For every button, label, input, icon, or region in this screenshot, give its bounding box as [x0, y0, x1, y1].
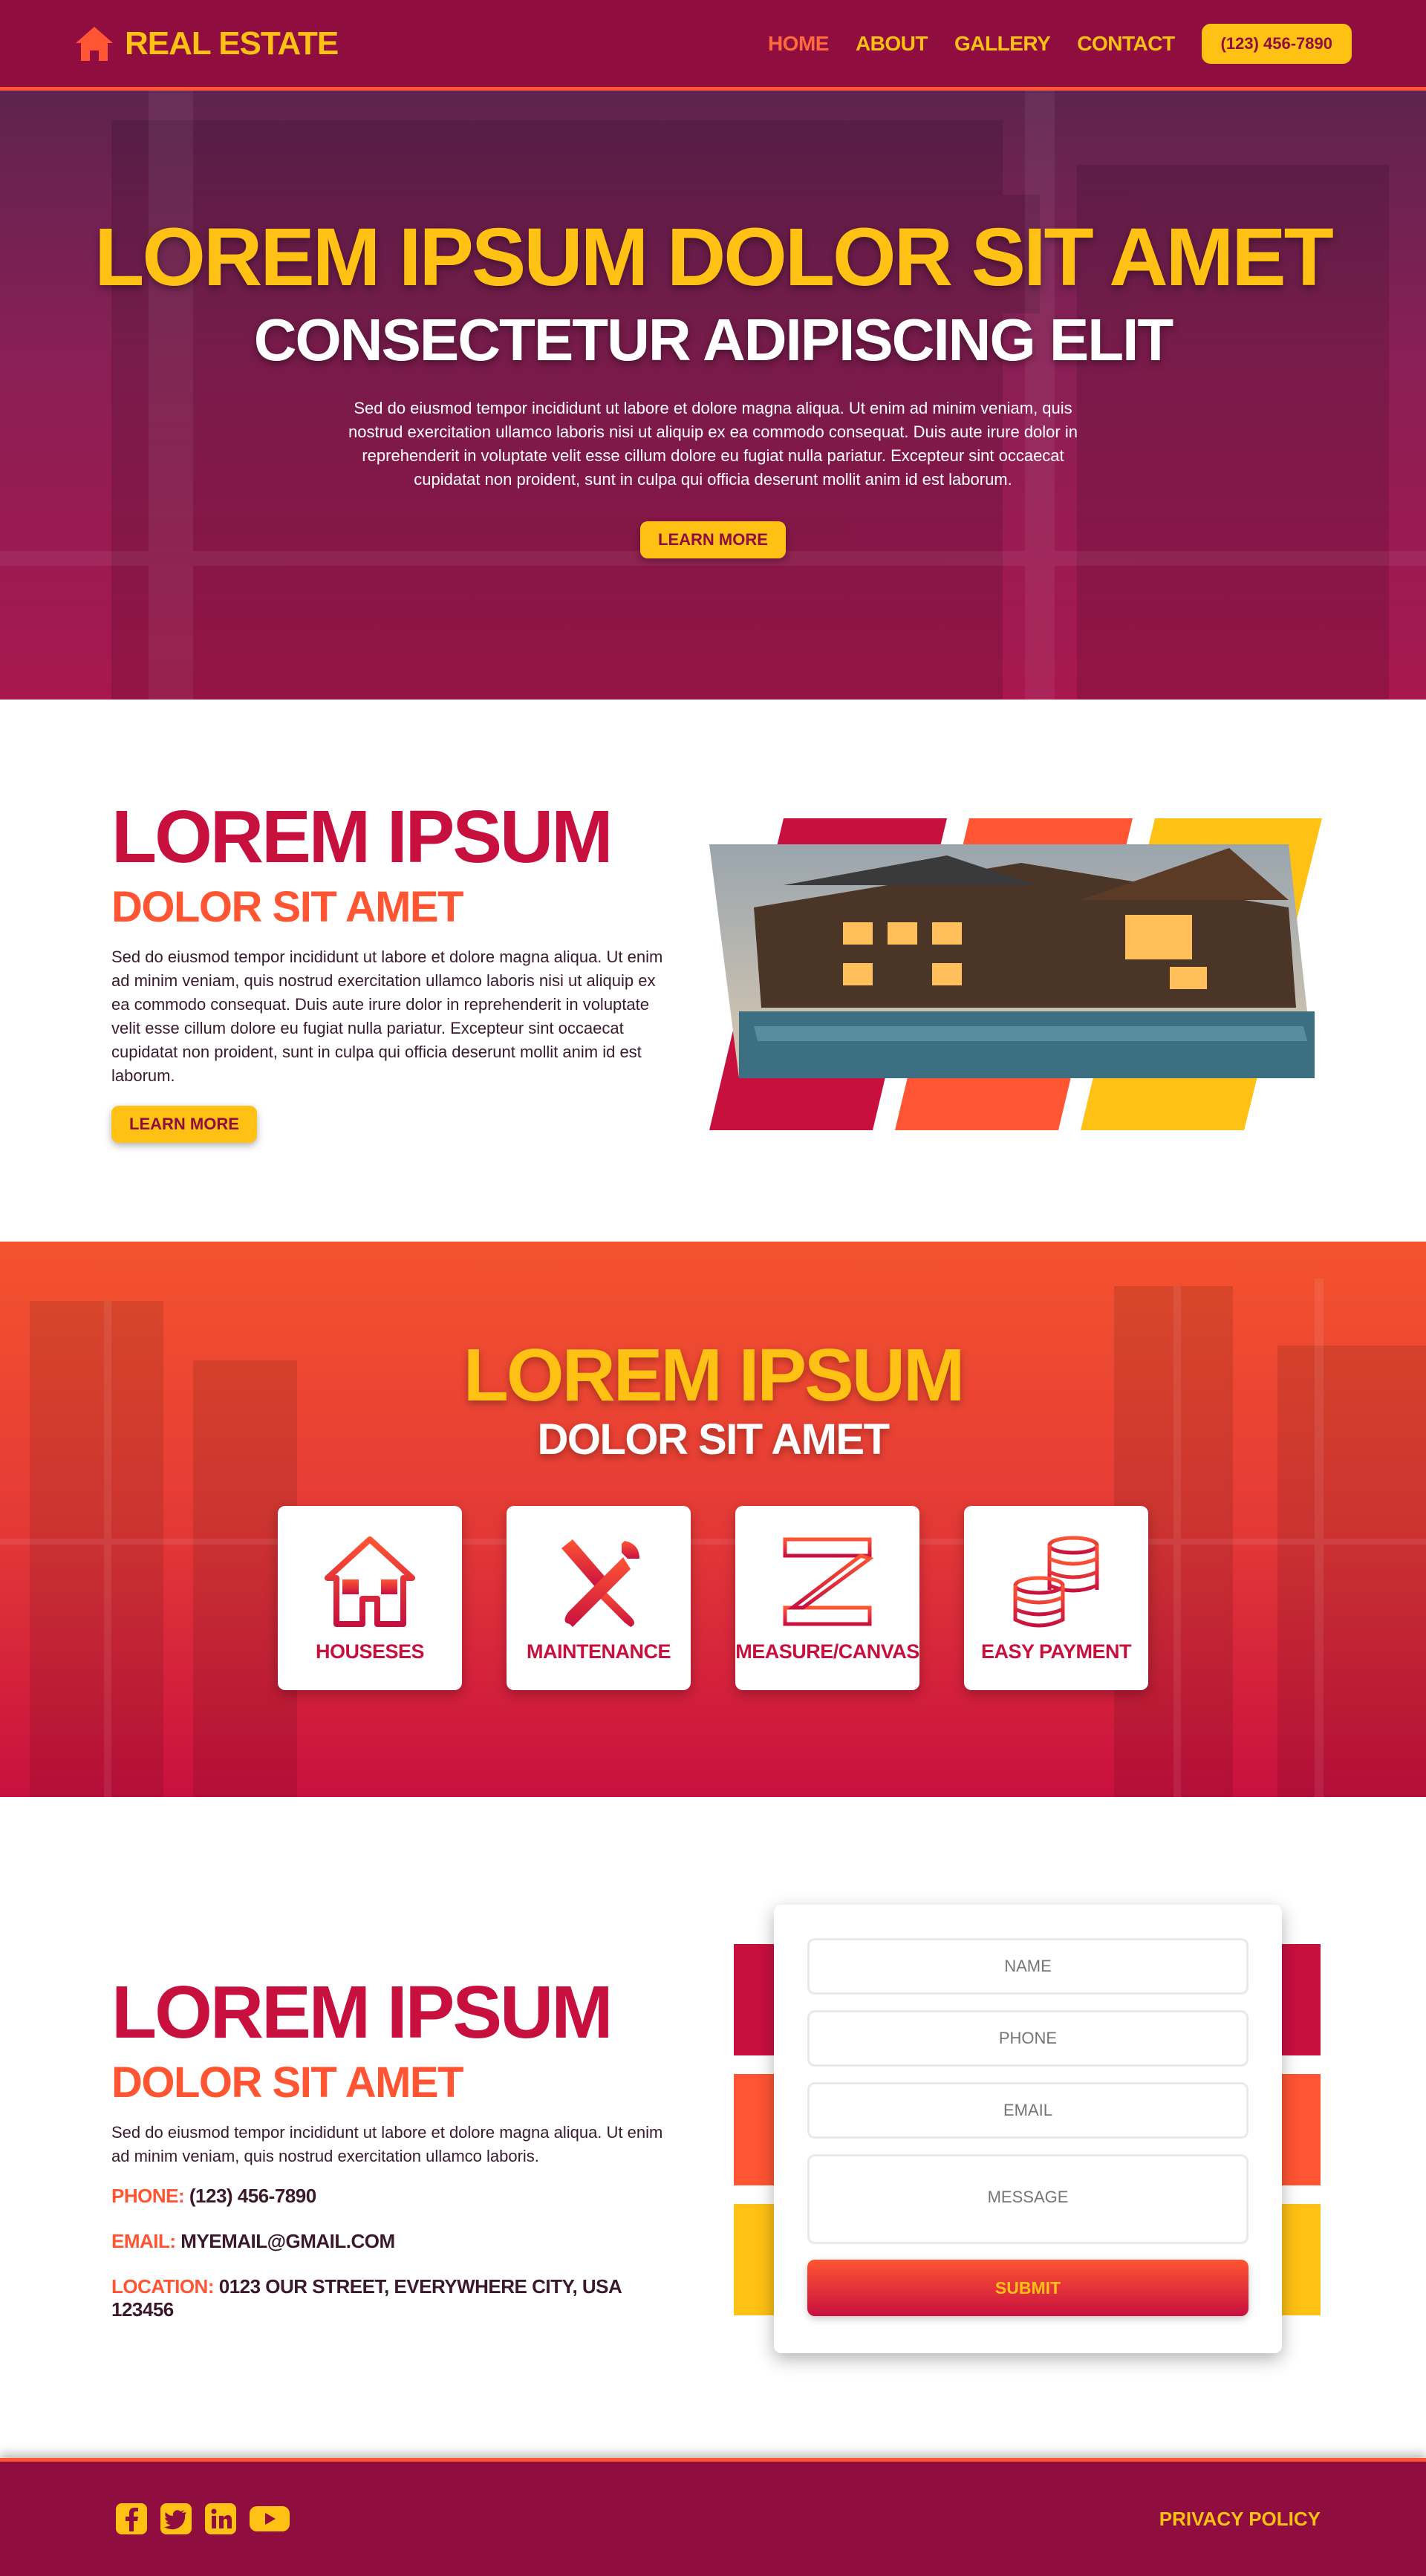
- footer: PRIVACY POLICY: [0, 2458, 1426, 2576]
- hero-learn-more-button[interactable]: LEARN MORE: [640, 521, 786, 558]
- privacy-policy-link[interactable]: PRIVACY POLICY: [1159, 2508, 1321, 2531]
- ruler-icon: [783, 1537, 874, 1626]
- service-label: HOUSESES: [315, 1640, 425, 1663]
- house-icon: [325, 1536, 415, 1627]
- hero-section: LOREM IPSUM DOLOR SIT AMET CONSECTETUR A…: [0, 91, 1426, 700]
- contact-subtitle: DOLOR SIT AMET: [111, 2058, 464, 2107]
- name-field[interactable]: [807, 1938, 1248, 1995]
- hero-body: Sed do eiusmod tempor incididunt ut labo…: [348, 399, 1078, 489]
- coins-icon: [1013, 1536, 1099, 1627]
- brand-logo[interactable]: REAL ESTATE: [74, 25, 339, 62]
- service-card-houses[interactable]: HOUSESES: [278, 1506, 462, 1690]
- service-label: MAINTENANCE: [527, 1640, 671, 1663]
- contact-email: EMAIL: MYEMAIL@GMAIL.COM: [111, 2230, 676, 2253]
- about-section: LOREM IPSUM DOLOR SIT AMET Sed do eiusmo…: [0, 700, 1426, 1242]
- location-label: LOCATION:: [111, 2275, 215, 2298]
- submit-button[interactable]: SUBMIT: [807, 2260, 1248, 2316]
- facebook-icon[interactable]: [114, 2502, 149, 2536]
- social-links: [114, 2502, 291, 2536]
- service-label: MEASURE/CANVAS: [735, 1640, 919, 1663]
- contact-title: LOREM IPSUM: [111, 1971, 613, 2054]
- phone-value: (123) 456-7890: [189, 2185, 316, 2207]
- brand-name: REAL ESTATE: [125, 25, 339, 62]
- tools-icon: [561, 1539, 639, 1627]
- service-card-payment[interactable]: EASY PAYMENT: [964, 1506, 1148, 1690]
- contact-form: SUBMIT: [774, 1905, 1282, 2353]
- services-subtitle: DOLOR SIT AMET: [537, 1415, 890, 1464]
- service-card-maintenance[interactable]: MAINTENANCE: [507, 1506, 691, 1690]
- message-field[interactable]: [807, 2154, 1248, 2244]
- about-learn-more-button[interactable]: LEARN MORE: [111, 1106, 257, 1143]
- about-house-image: [709, 818, 1322, 1130]
- linkedin-icon[interactable]: [204, 2502, 238, 2536]
- about-title: LOREM IPSUM: [111, 795, 613, 878]
- nav-item-contact[interactable]: CONTACT: [1077, 32, 1175, 56]
- main-menu: HOME ABOUT GALLERY CONTACT (123) 456-789…: [768, 23, 1352, 64]
- about-subtitle: DOLOR SIT AMET: [111, 883, 464, 931]
- home-icon: [76, 26, 113, 61]
- contact-location: LOCATION: 0123 OUR STREET, EVERYWHERE CI…: [111, 2275, 676, 2321]
- services-title: LOREM IPSUM: [463, 1334, 966, 1417]
- email-field[interactable]: [807, 2082, 1248, 2139]
- contact-section: LOREM IPSUM DOLOR SIT AMET Sed do eiusmo…: [0, 1797, 1426, 2458]
- about-body: Sed do eiusmod tempor incididunt ut labo…: [111, 948, 663, 1085]
- email-label: EMAIL:: [111, 2230, 176, 2252]
- contact-phone: PHONE: (123) 456-7890: [111, 2185, 676, 2208]
- twitter-icon[interactable]: [159, 2502, 193, 2536]
- phone-button[interactable]: (123) 456-7890: [1201, 23, 1352, 64]
- nav-item-about[interactable]: ABOUT: [856, 32, 928, 56]
- top-navbar: REAL ESTATE HOME ABOUT GALLERY CONTACT (…: [0, 0, 1426, 91]
- nav-item-home[interactable]: HOME: [768, 32, 830, 56]
- hero-title: LOREM IPSUM DOLOR SIT AMET: [94, 212, 1334, 303]
- service-card-measure[interactable]: MEASURE/CANVAS: [735, 1506, 919, 1690]
- hero-subtitle: CONSECTETUR ADIPISCING ELIT: [253, 307, 1173, 373]
- youtube-icon[interactable]: [248, 2502, 291, 2536]
- phone-label: PHONE:: [111, 2185, 185, 2207]
- service-label: EASY PAYMENT: [980, 1640, 1132, 1663]
- nav-item-gallery[interactable]: GALLERY: [954, 32, 1051, 56]
- email-value: MYEMAIL@GMAIL.COM: [180, 2230, 395, 2252]
- contact-body: Sed do eiusmod tempor incididunt ut labo…: [111, 2123, 663, 2165]
- services-section: LOREM IPSUM DOLOR SIT AMET HOUSESES MAIN…: [0, 1242, 1426, 1797]
- phone-field[interactable]: [807, 2010, 1248, 2067]
- service-cards: HOUSESES MAINTENANCE MEASURE/CANVAS EASY…: [0, 1506, 1426, 1690]
